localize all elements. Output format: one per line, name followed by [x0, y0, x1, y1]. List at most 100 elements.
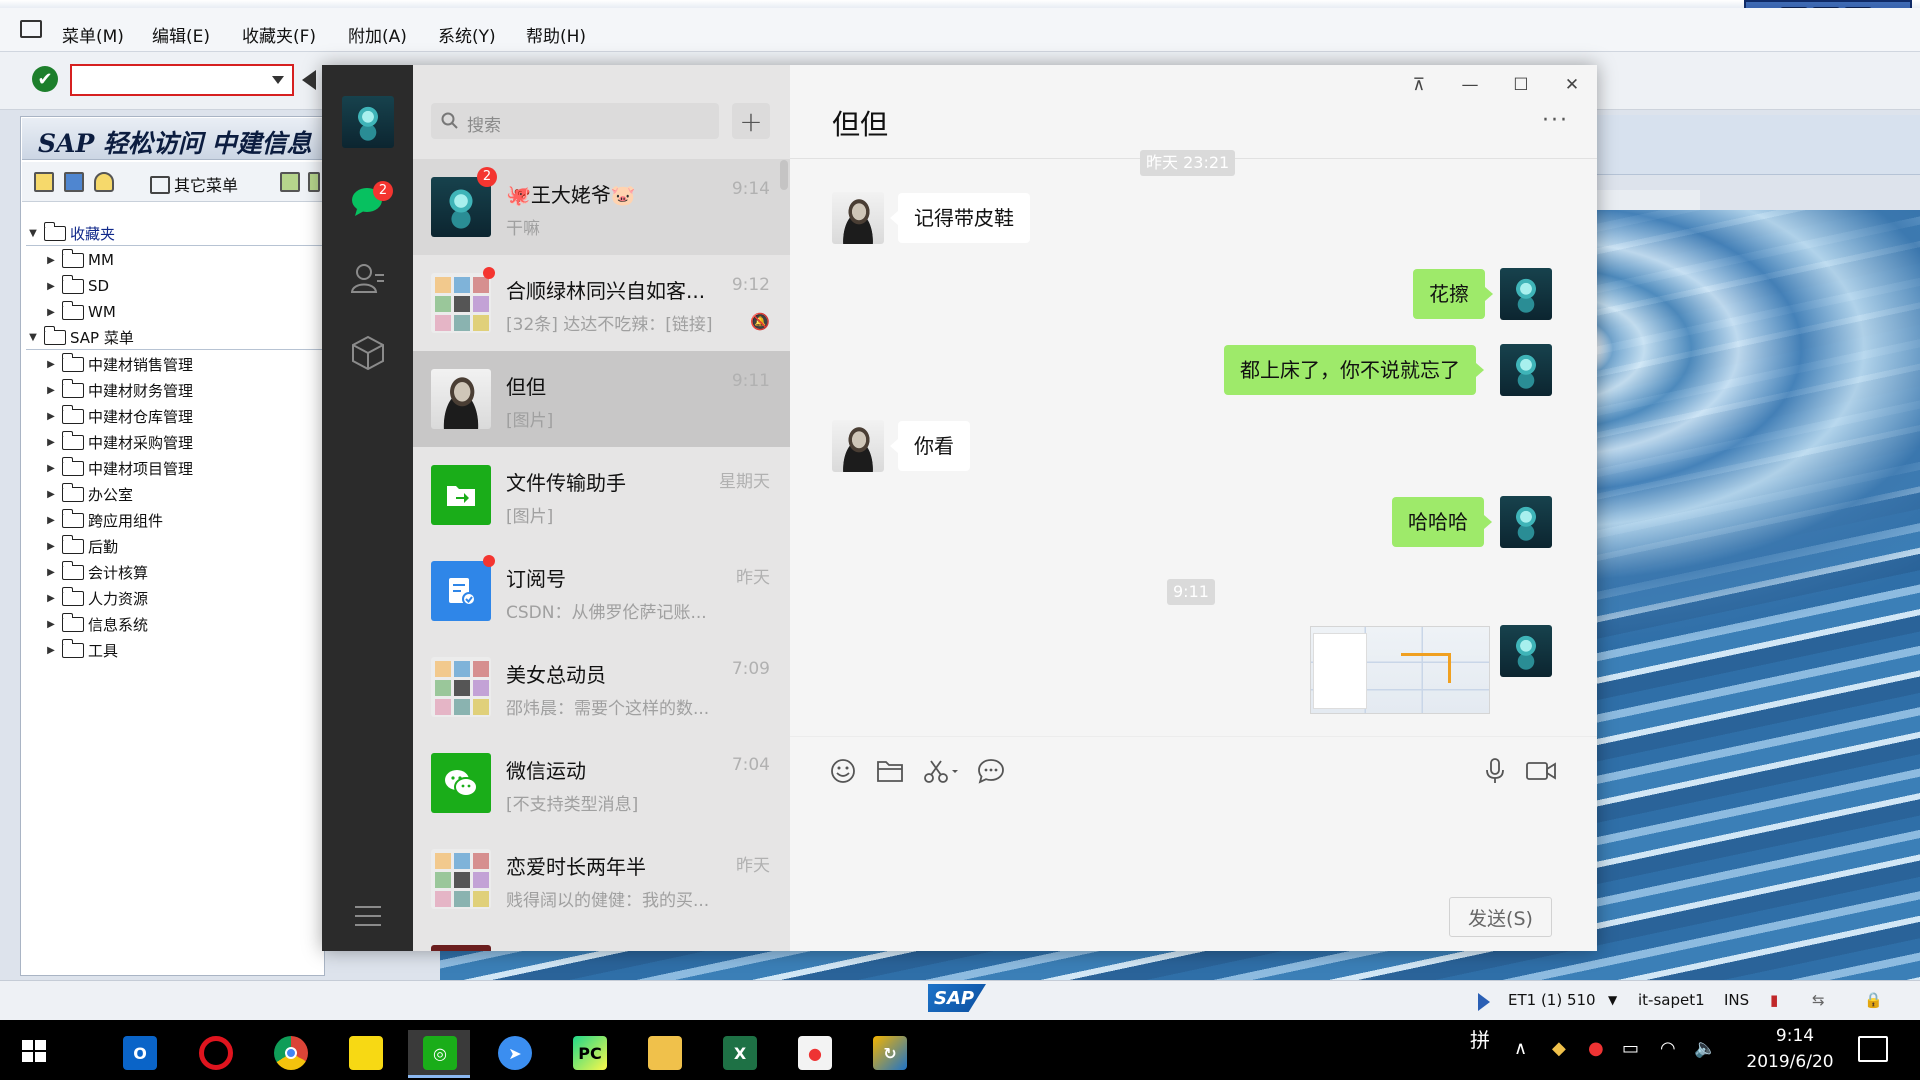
collapse-arrow-icon[interactable]: ▶ [44, 463, 58, 474]
tree-node[interactable]: ▶ 后勤 [44, 534, 118, 558]
contact-avatar[interactable] [832, 420, 884, 472]
outgoing-message[interactable]: 哈哈哈 [1392, 497, 1492, 547]
taskbar-opera[interactable] [184, 1030, 246, 1078]
tree-node-sap-menu[interactable]: ▼ SAP 菜单 [26, 326, 322, 350]
collapse-arrow-icon[interactable]: ▶ [44, 567, 58, 578]
chart-status-icon[interactable]: ▮ [1770, 991, 1778, 1009]
sap-menu-icon[interactable] [64, 172, 84, 192]
tree-node[interactable]: ▶ 跨应用组件 [44, 508, 163, 532]
emoji-icon[interactable] [828, 756, 858, 786]
my-avatar[interactable] [1500, 625, 1552, 677]
chat-list-item[interactable]: 恋爱时长两年半 昨天 贱得阔以的健健：我的买... [413, 831, 790, 927]
sap-command-field[interactable] [70, 64, 294, 96]
chevron-down-icon[interactable] [272, 76, 284, 84]
minimize-icon[interactable]: — [1455, 71, 1485, 99]
chat-history-icon[interactable] [976, 756, 1006, 786]
taskbar-sap-logon[interactable]: ↻ [858, 1030, 920, 1078]
tree-node[interactable]: ▶ 中建材仓库管理 [44, 404, 193, 428]
tree-node[interactable]: ▶ 信息系统 [44, 612, 148, 636]
taskbar-chrome[interactable] [259, 1030, 321, 1078]
taskbar-file-explorer[interactable] [633, 1030, 695, 1078]
taskbar-maps[interactable]: ● [783, 1030, 845, 1078]
taskbar-pycharm[interactable]: PC [558, 1030, 620, 1078]
collapse-arrow-icon[interactable]: ▶ [44, 411, 58, 422]
chat-list-item-active[interactable]: 但但 9:11 [图片] [413, 351, 790, 447]
taskbar-sticky-notes[interactable] [334, 1030, 396, 1078]
chat-list-item[interactable]: 2 🐙王大姥爷🐷 9:14 干嘛 [413, 159, 790, 255]
chat-list-item[interactable] [413, 927, 790, 951]
chevron-down-icon[interactable]: ▼ [1608, 993, 1617, 1007]
volume-icon[interactable]: 🔈 [1694, 1038, 1716, 1059]
tree-node[interactable]: ▶ MM [44, 248, 114, 272]
collapse-arrow-icon[interactable]: ▶ [44, 593, 58, 604]
chat-list-item[interactable]: 合顺绿林同兴自如客... 9:12 [32条] 达达不吃辣：[链接] 🔕 [413, 255, 790, 351]
other-menu-button[interactable]: 其它菜单 [150, 172, 238, 196]
start-button-windows-icon[interactable] [22, 1040, 46, 1062]
collapse-arrow-icon[interactable]: ▶ [44, 385, 58, 396]
collapse-arrow-icon[interactable]: ▶ [44, 359, 58, 370]
incoming-message[interactable]: 你看 [890, 421, 970, 471]
sap-menu-item[interactable]: 菜单(M) [62, 22, 124, 47]
sap-menu-item[interactable]: 系统(Y) [438, 22, 496, 47]
collapse-arrow-icon[interactable]: ▶ [44, 255, 58, 266]
incoming-message[interactable]: 记得带皮鞋 [890, 193, 1030, 243]
contact-avatar[interactable] [832, 192, 884, 244]
tree-node[interactable]: ▶ 中建材项目管理 [44, 456, 193, 480]
chat-list-item[interactable]: 微信运动 7:04 [不支持类型消息] [413, 735, 790, 831]
sap-menu-item[interactable]: 编辑(E) [152, 22, 210, 47]
collapse-arrow-icon[interactable]: ▶ [44, 619, 58, 630]
my-avatar[interactable] [342, 96, 394, 148]
my-avatar[interactable] [1500, 344, 1552, 396]
taskbar-wechat[interactable]: ◎ [408, 1030, 470, 1078]
sap-menu-icon[interactable] [20, 20, 42, 38]
lock-icon[interactable]: 🔒 [1864, 991, 1883, 1009]
taskbar-feishu[interactable]: ➤ [483, 1030, 545, 1078]
start-group-chat-button[interactable]: + [732, 103, 770, 139]
chat-nav-icon[interactable]: 2 [351, 181, 393, 217]
user-menu-icon[interactable] [34, 172, 54, 192]
outgoing-message[interactable]: 花擦 [1413, 269, 1493, 319]
tree-node[interactable]: ▶ 人力资源 [44, 586, 148, 610]
my-avatar[interactable] [1500, 496, 1552, 548]
collections-nav-icon[interactable] [351, 335, 385, 371]
chat-list-item[interactable]: 美女总动员 7:09 邵炜晨：需要个这样的数... [413, 639, 790, 735]
create-role-icon[interactable] [280, 172, 300, 192]
collapse-arrow-icon[interactable]: ▶ [44, 307, 58, 318]
app-tray-icon[interactable]: ● [1588, 1038, 1604, 1059]
tree-node[interactable]: ▶ 办公室 [44, 482, 133, 506]
settings-icon[interactable]: ⇆ [1812, 991, 1825, 1009]
notification-center-icon[interactable] [1858, 1036, 1888, 1062]
tree-node[interactable]: ▶ 中建材采购管理 [44, 430, 193, 454]
show-hidden-icons-chevron-up-icon[interactable]: ∧ [1514, 1038, 1527, 1059]
voice-call-icon[interactable] [1480, 756, 1510, 786]
sap-tray-icon[interactable]: ◆ [1552, 1038, 1566, 1059]
chat-list-item[interactable]: 文件传输助手 星期天 [图片] [413, 447, 790, 543]
send-file-icon[interactable] [875, 756, 905, 786]
outgoing-message[interactable]: 都上床了，你不说就忘了 [1224, 345, 1484, 395]
clock-date[interactable]: 2019/6/20 [1730, 1052, 1850, 1072]
maximize-icon[interactable]: ☐ [1506, 71, 1536, 99]
more-options-icon[interactable]: ··· [1542, 108, 1569, 133]
expand-arrow-icon[interactable]: ▼ [26, 228, 40, 239]
video-call-icon[interactable] [1524, 756, 1558, 786]
tree-node[interactable]: ▶ 工具 [44, 638, 118, 662]
sap-menu-item[interactable]: 收藏夹(F) [242, 22, 316, 47]
chat-list-item[interactable]: 订阅号 昨天 CSDN：从佛罗伦萨记账... [413, 543, 790, 639]
collapse-arrow-icon[interactable]: ▶ [44, 437, 58, 448]
settings-menu-icon[interactable] [353, 905, 383, 927]
close-icon[interactable]: ✕ [1557, 71, 1587, 99]
chat-list-scrollbar[interactable] [780, 160, 788, 190]
wifi-icon[interactable]: ◠ [1660, 1038, 1676, 1059]
collapse-arrow-icon[interactable]: ▶ [44, 281, 58, 292]
map-screenshot-image[interactable] [1310, 626, 1490, 714]
send-button[interactable]: 发送(S) [1449, 897, 1552, 937]
system-info[interactable]: ET1 (1) 510 [1508, 991, 1596, 1009]
sap-menu-item[interactable]: 附加(A) [348, 22, 407, 47]
collapse-arrow-icon[interactable]: ▶ [44, 645, 58, 656]
pin-icon[interactable]: ⊼ [1404, 71, 1434, 99]
screenshot-icon[interactable] [922, 756, 962, 786]
expand-arrow-icon[interactable]: ▼ [26, 332, 40, 343]
tree-node-favorites[interactable]: ▼ 收藏夹 [26, 222, 322, 246]
assign-users-icon[interactable] [308, 172, 320, 192]
tree-node[interactable]: ▶ 中建材财务管理 [44, 378, 193, 402]
